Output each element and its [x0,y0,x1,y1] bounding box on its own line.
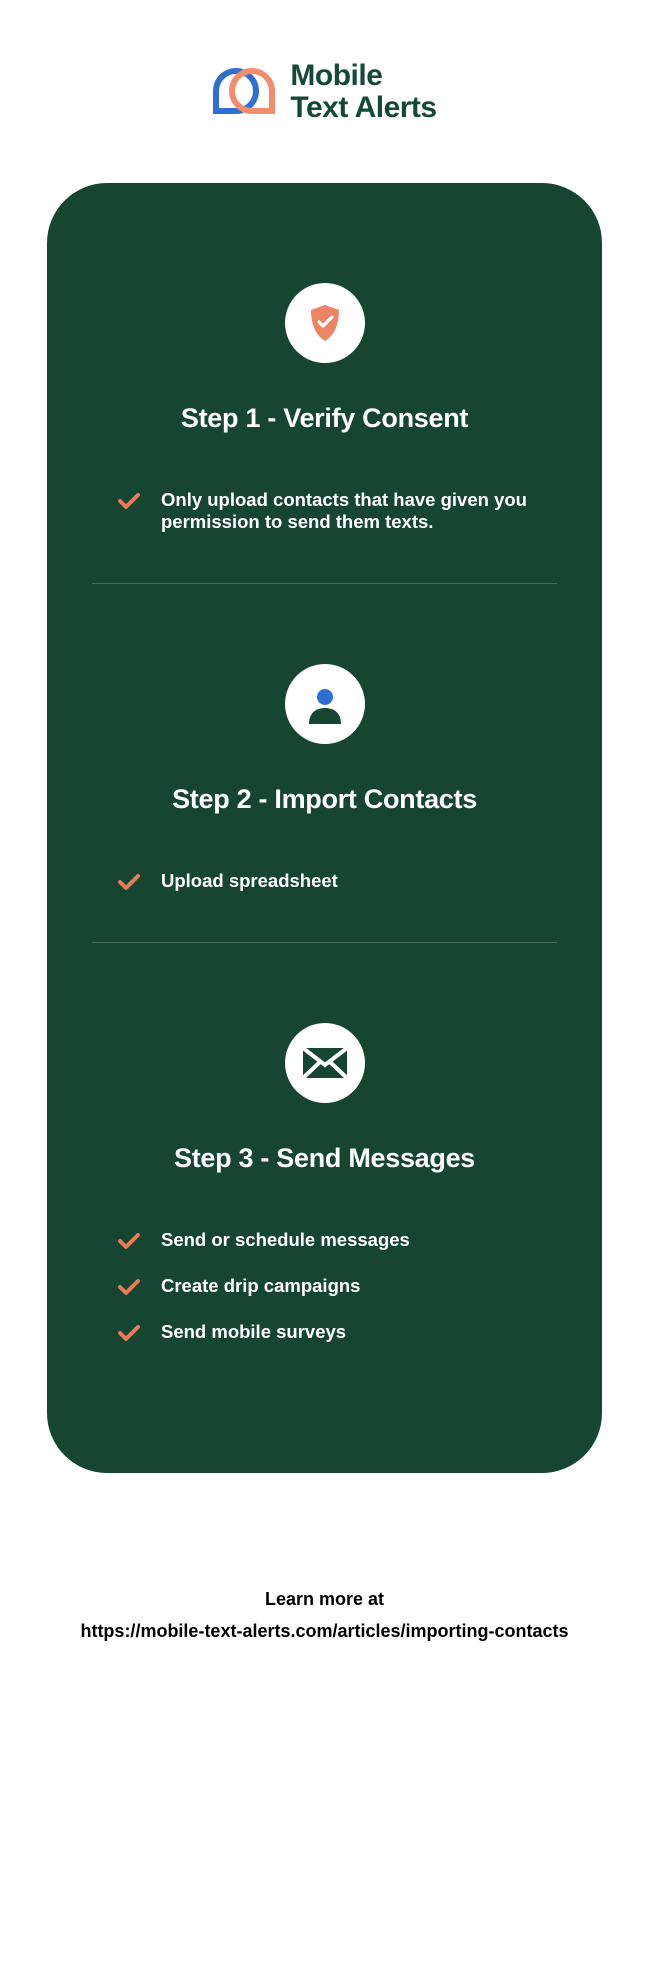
step-3-item-0: Send or schedule messages [92,1229,557,1251]
check-icon [117,1231,141,1251]
step-3-item-1-text: Create drip campaigns [161,1275,360,1297]
shield-icon [285,283,365,363]
step-2-title: Step 2 - Import Contacts [92,784,557,815]
logo-text: Mobile Text Alerts [290,60,436,123]
divider [92,583,557,584]
step-2: Step 2 - Import Contacts Upload spreadsh… [92,664,557,892]
step-3-item-1: Create drip campaigns [92,1275,557,1297]
check-icon [117,491,141,511]
step-1-item-0: Only upload contacts that have given you… [92,489,557,533]
step-3: Step 3 - Send Messages Send or schedule … [92,1023,557,1343]
mail-icon [285,1023,365,1103]
footer-line-1: Learn more at [0,1583,649,1615]
check-icon [117,1277,141,1297]
step-3-item-2-text: Send mobile surveys [161,1321,346,1343]
logo-line1: Mobile [290,60,436,92]
step-3-item-0-text: Send or schedule messages [161,1229,410,1251]
person-icon [285,664,365,744]
step-3-item-2: Send mobile surveys [92,1321,557,1343]
step-1-item-0-text: Only upload contacts that have given you… [161,489,532,533]
brand-logo: Mobile Text Alerts [0,60,649,123]
logo-line2: Text Alerts [290,92,436,124]
footer: Learn more at https://mobile-text-alerts… [0,1583,649,1648]
divider [92,942,557,943]
step-1-title: Step 1 - Verify Consent [92,403,557,434]
step-1: Step 1 - Verify Consent Only upload cont… [92,283,557,533]
step-3-title: Step 3 - Send Messages [92,1143,557,1174]
logo-icon [212,67,276,117]
check-icon [117,872,141,892]
steps-card: Step 1 - Verify Consent Only upload cont… [47,183,602,1473]
check-icon [117,1323,141,1343]
step-2-item-0-text: Upload spreadsheet [161,870,338,892]
step-2-item-0: Upload spreadsheet [92,870,557,892]
footer-line-2: https://mobile-text-alerts.com/articles/… [0,1615,649,1647]
